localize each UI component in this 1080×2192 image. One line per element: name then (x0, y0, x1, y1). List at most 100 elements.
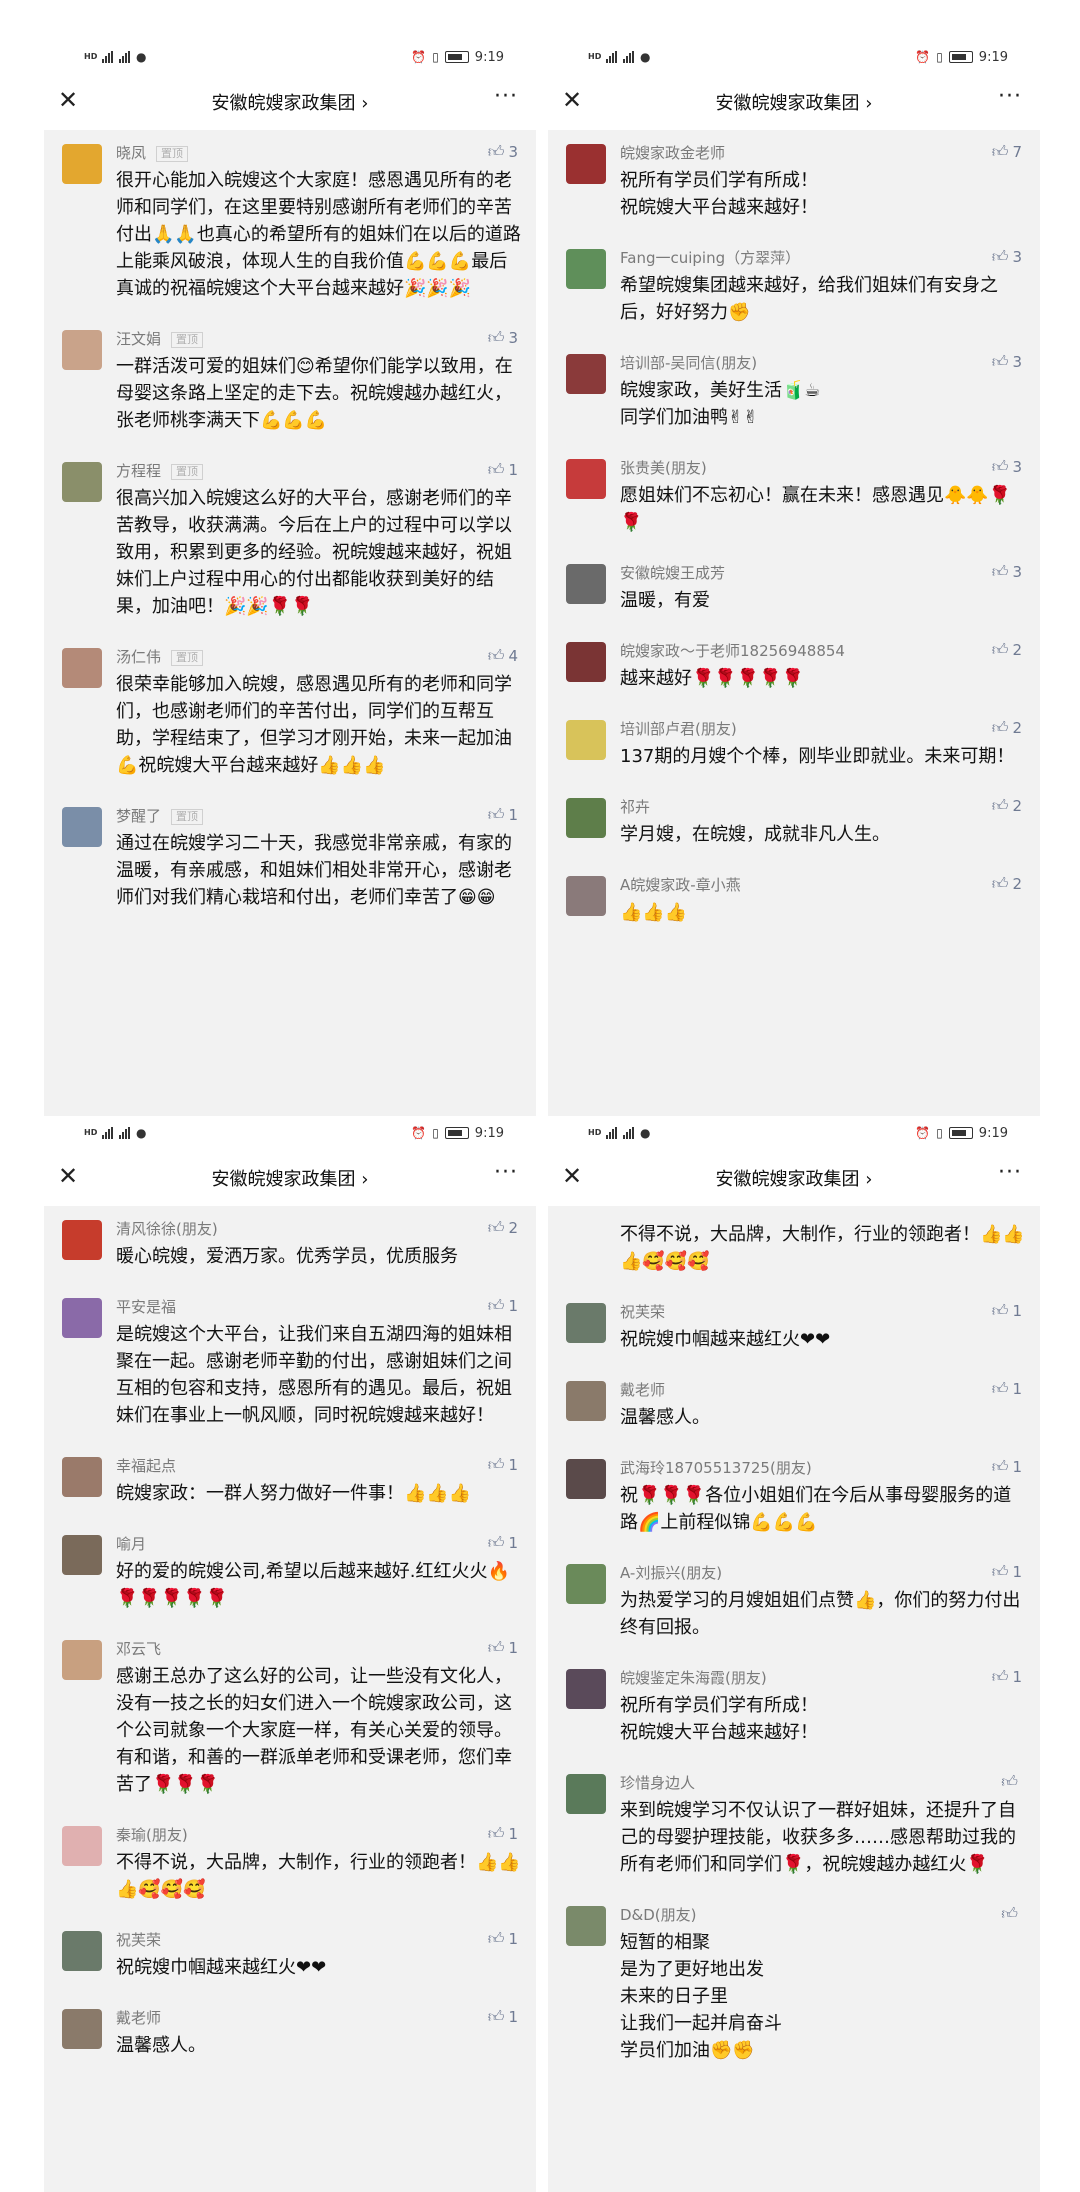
avatar[interactable] (566, 798, 606, 838)
avatar[interactable] (566, 1303, 606, 1343)
more-icon[interactable]: ··· (998, 84, 1022, 109)
avatar[interactable] (566, 876, 606, 916)
page-title[interactable]: 安徽皖嫂家政集团 › (548, 89, 1040, 115)
avatar[interactable] (62, 1298, 102, 1338)
avatar[interactable] (566, 1564, 606, 1604)
commenter-name[interactable]: 戴老师 (620, 1379, 1028, 1401)
more-icon[interactable]: ··· (494, 84, 518, 109)
like-button[interactable]: 👍︎ 4 (488, 646, 518, 666)
like-button[interactable]: 👍︎ 1 (488, 1455, 518, 1475)
commenter-name[interactable]: 安徽皖嫂王成芳 (620, 562, 1028, 584)
avatar[interactable] (566, 1459, 606, 1499)
avatar[interactable] (566, 720, 606, 760)
commenter-name[interactable]: 幸福起点 (116, 1455, 524, 1477)
avatar[interactable] (62, 807, 102, 847)
avatar[interactable] (566, 642, 606, 682)
close-icon[interactable]: ✕ (562, 1164, 582, 1188)
like-button[interactable]: 👍︎ 1 (992, 1457, 1022, 1477)
like-button[interactable]: 👍︎ 2 (992, 796, 1022, 816)
avatar[interactable] (566, 1906, 606, 1946)
commenter-name[interactable]: 晓凤 置顶 (116, 142, 524, 164)
like-button[interactable]: 👍︎ 1 (488, 460, 518, 480)
like-button[interactable]: 👍︎ 2 (992, 874, 1022, 894)
avatar[interactable] (566, 249, 606, 289)
like-button[interactable]: 👍︎ 2 (992, 718, 1022, 738)
close-icon[interactable]: ✕ (562, 88, 582, 112)
commenter-name[interactable]: 皖嫂鉴定朱海霞(朋友) (620, 1667, 1028, 1689)
page-title[interactable]: 安徽皖嫂家政集团 › (44, 89, 536, 115)
like-button[interactable]: 👍︎ 1 (488, 1929, 518, 1949)
commenter-name[interactable]: 祝芙荣 (620, 1301, 1028, 1323)
more-icon[interactable]: ··· (494, 1160, 518, 1185)
page-title[interactable]: 安徽皖嫂家政集团 › (548, 1165, 1040, 1191)
avatar[interactable] (566, 1669, 606, 1709)
avatar[interactable] (62, 2009, 102, 2049)
avatar[interactable] (62, 330, 102, 370)
commenter-name[interactable]: 喻月 (116, 1533, 524, 1555)
avatar[interactable] (566, 1774, 606, 1814)
commenter-name[interactable]: 张贵美(朋友) (620, 457, 1028, 479)
avatar[interactable] (62, 144, 102, 184)
like-button[interactable]: 👍︎ 1 (488, 1296, 518, 1316)
avatar[interactable] (62, 1457, 102, 1497)
commenter-name[interactable]: 戴老师 (116, 2007, 524, 2029)
like-button[interactable]: 👍︎ (1001, 1772, 1022, 1792)
avatar[interactable] (566, 564, 606, 604)
commenter-name[interactable]: 祁卉 (620, 796, 1028, 818)
commenter-name[interactable]: 皖嫂家政金老师 (620, 142, 1028, 164)
like-button[interactable]: 👍︎ 1 (488, 1638, 518, 1658)
commenter-name[interactable]: 梦醒了 置顶 (116, 805, 524, 827)
avatar[interactable] (62, 1220, 102, 1260)
avatar[interactable] (566, 459, 606, 499)
close-icon[interactable]: ✕ (58, 1164, 78, 1188)
avatar[interactable] (62, 462, 102, 502)
like-button[interactable]: 👍︎ 1 (488, 1533, 518, 1553)
like-button[interactable]: 👍︎ 1 (488, 805, 518, 825)
comment-list[interactable]: 皖嫂家政金老师 祝所有学员们学有所成！ 祝皖嫂大平台越来越好！ 👍︎ 7 Fang… (548, 130, 1040, 1116)
close-icon[interactable]: ✕ (58, 88, 78, 112)
commenter-name[interactable]: 平安是福 (116, 1296, 524, 1318)
commenter-name[interactable]: 汪文娟 置顶 (116, 328, 524, 350)
avatar[interactable] (62, 1826, 102, 1866)
commenter-name[interactable]: 培训部卢君(朋友) (620, 718, 1028, 740)
avatar[interactable] (566, 144, 606, 184)
avatar[interactable] (566, 1381, 606, 1421)
commenter-name[interactable]: 清风徐徐(朋友) (116, 1218, 524, 1240)
commenter-name[interactable]: 皖嫂家政～于老师18256948854 (620, 640, 1028, 662)
like-button[interactable]: 👍︎ 1 (992, 1379, 1022, 1399)
page-title[interactable]: 安徽皖嫂家政集团 › (44, 1165, 536, 1191)
comment-list[interactable]: 晓凤 置顶 很开心能加入皖嫂这个大家庭！感恩遇见所有的老师和同学们，在这里要特别感… (44, 130, 536, 1116)
like-button[interactable]: 👍︎ 1 (992, 1667, 1022, 1687)
commenter-name[interactable]: A皖嫂家政-章小燕 (620, 874, 1028, 896)
commenter-name[interactable]: D&D(朋友) (620, 1904, 1028, 1926)
commenter-name[interactable]: 方程程 置顶 (116, 460, 524, 482)
like-button[interactable]: 👍︎ 7 (992, 142, 1022, 162)
commenter-name[interactable]: Fang一cuiping（方翠萍） (620, 247, 1028, 269)
avatar[interactable] (566, 354, 606, 394)
commenter-name[interactable]: 武海玲18705513725(朋友) (620, 1457, 1028, 1479)
comment-list[interactable]: 清风徐徐(朋友) 暖心皖嫂，爱洒万家。优秀学员，优质服务 👍︎ 2 平安是福 是皖… (44, 1206, 536, 2192)
more-icon[interactable]: ··· (998, 1160, 1022, 1185)
like-button[interactable]: 👍︎ 1 (992, 1562, 1022, 1582)
commenter-name[interactable]: 邓云飞 (116, 1638, 524, 1660)
like-button[interactable]: 👍︎ 3 (992, 247, 1022, 267)
like-button[interactable]: 👍︎ (1001, 1904, 1022, 1924)
like-button[interactable]: 👍︎ 3 (488, 328, 518, 348)
avatar[interactable] (62, 1640, 102, 1680)
like-button[interactable]: 👍︎ 3 (488, 142, 518, 162)
like-button[interactable]: 👍︎ 1 (488, 1824, 518, 1844)
avatar[interactable] (62, 648, 102, 688)
commenter-name[interactable]: A-刘振兴(朋友) (620, 1562, 1028, 1584)
like-button[interactable]: 👍︎ 3 (992, 562, 1022, 582)
like-button[interactable]: 👍︎ 2 (488, 1218, 518, 1238)
comment-list[interactable]: 不得不说，大品牌，大制作，行业的领跑者！👍👍👍🥰🥰🥰 👍︎ 祝芙荣 祝皖嫂巾帼越… (548, 1206, 1040, 2192)
like-button[interactable]: 👍︎ 2 (992, 640, 1022, 660)
like-button[interactable]: 👍︎ 1 (488, 2007, 518, 2027)
commenter-name[interactable]: 秦瑜(朋友) (116, 1824, 524, 1846)
commenter-name[interactable]: 祝芙荣 (116, 1929, 524, 1951)
like-button[interactable]: 👍︎ 1 (992, 1301, 1022, 1321)
avatar[interactable] (62, 1931, 102, 1971)
commenter-name[interactable]: 珍惜身边人 (620, 1772, 1028, 1794)
like-button[interactable]: 👍︎ 3 (992, 457, 1022, 477)
commenter-name[interactable]: 汤仁伟 置顶 (116, 646, 524, 668)
